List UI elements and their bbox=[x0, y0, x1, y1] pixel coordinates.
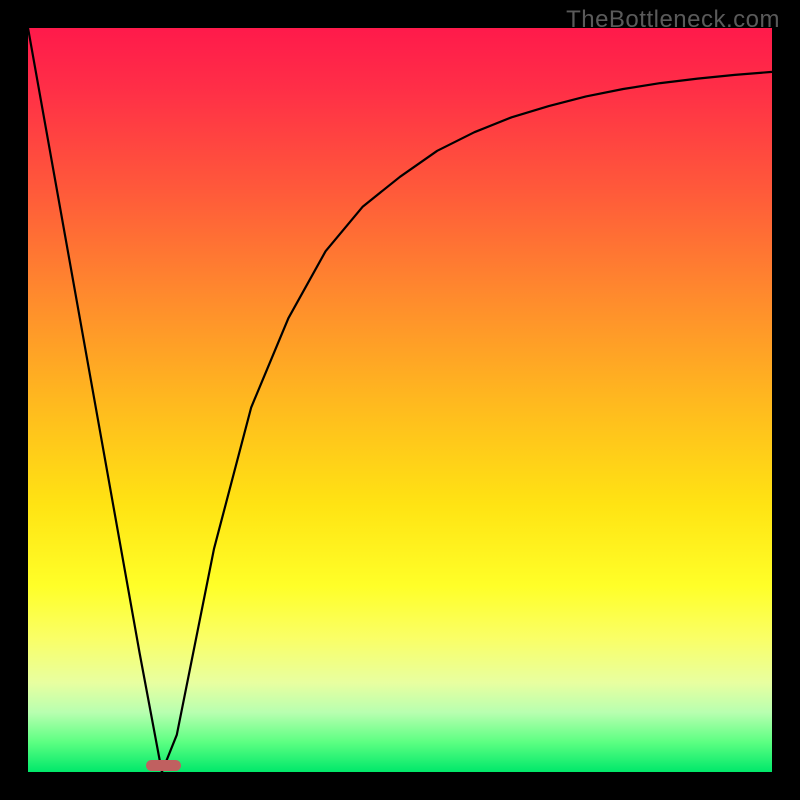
bottleneck-curve-path bbox=[28, 28, 772, 772]
chart-frame: TheBottleneck.com bbox=[0, 0, 800, 800]
minimum-marker bbox=[146, 760, 181, 770]
curve-svg bbox=[28, 28, 772, 772]
plot-area bbox=[28, 28, 772, 772]
